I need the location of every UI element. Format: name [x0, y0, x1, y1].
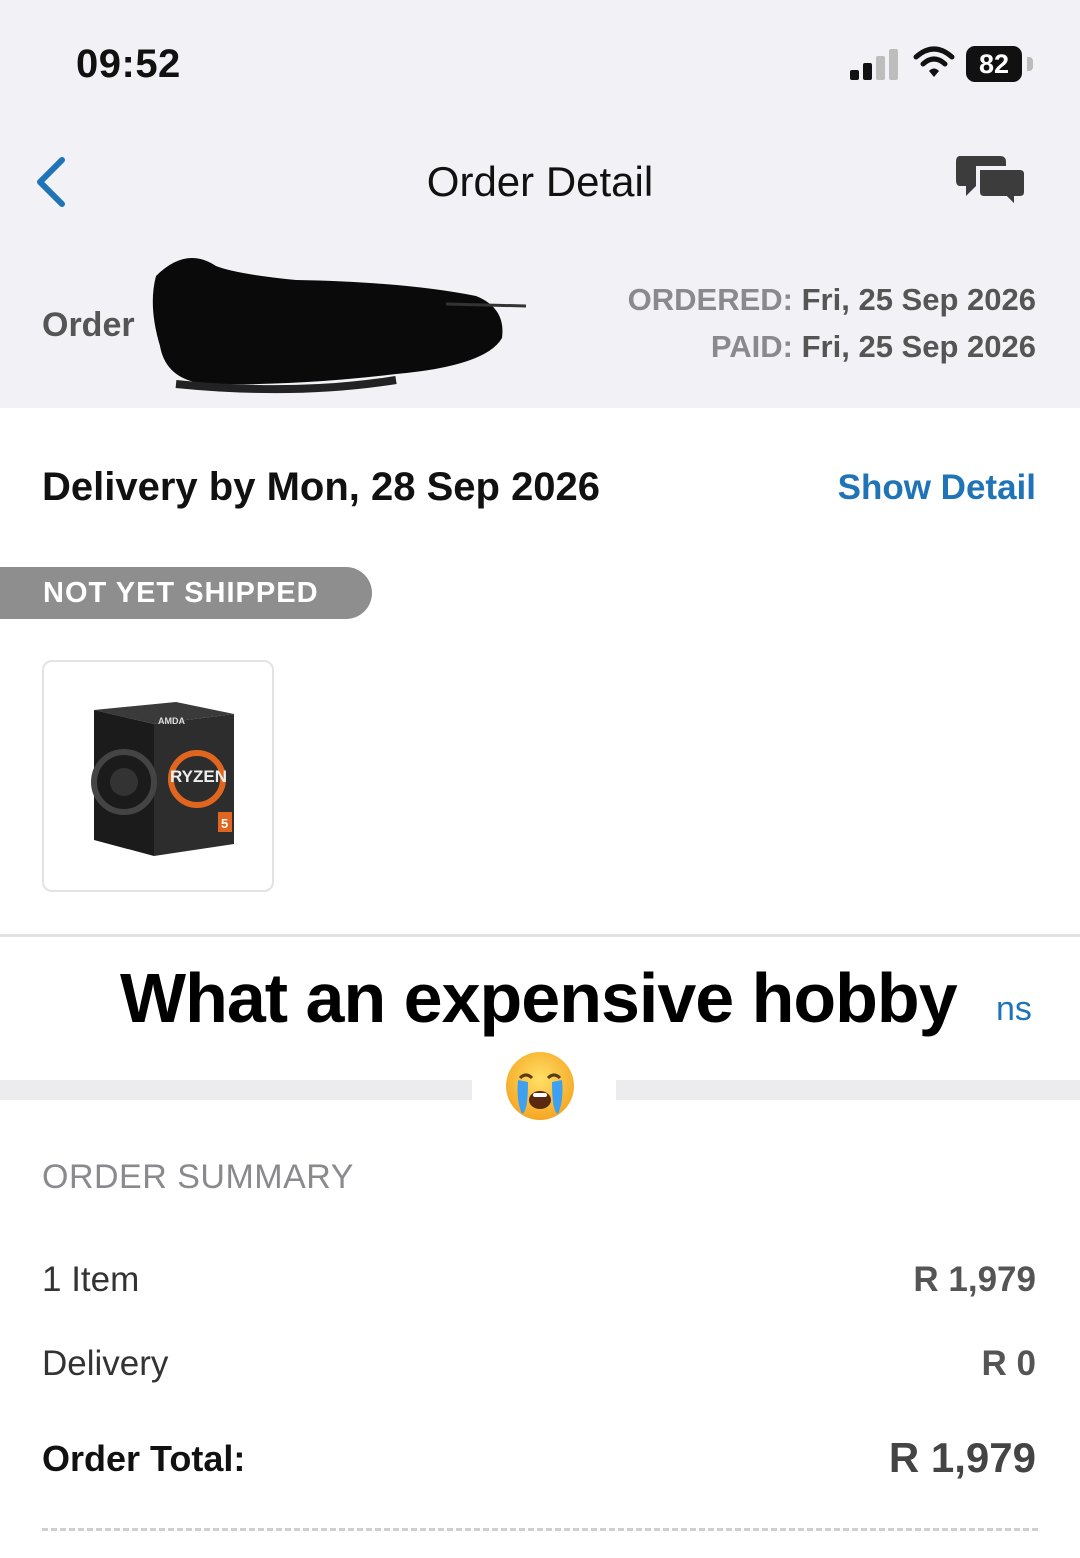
order-summary-heading: ORDER SUMMARY [42, 1158, 354, 1196]
show-detail-link[interactable]: Show Detail [838, 468, 1036, 508]
redaction-scribble [152, 258, 527, 394]
delivery-fee-label: Delivery [42, 1344, 169, 1383]
overlay-caption: What an expensive hobby [120, 959, 958, 1037]
status-time: 09:52 [76, 42, 181, 86]
order-number-label: Order [42, 306, 135, 344]
items-price: R 1,979 [913, 1260, 1036, 1299]
items-count-label: 1 Item [42, 1260, 140, 1299]
section-divider [0, 934, 1080, 937]
ordered-value: Fri, 25 Sep 2026 [801, 282, 1036, 317]
section-gap-right [616, 1080, 1080, 1100]
battery-indicator: 82 [966, 46, 1022, 82]
paid-value: Fri, 25 Sep 2026 [801, 329, 1036, 364]
product-thumbnail[interactable]: AMDA RYZEN 5 [42, 660, 274, 892]
paid-label: PAID: [710, 329, 793, 364]
box-model-text: 5 [221, 816, 228, 831]
shipment-status-badge: NOT YET SHIPPED [0, 567, 372, 619]
chat-bubbles-icon[interactable] [954, 150, 1030, 212]
order-total-label: Order Total: [42, 1438, 246, 1479]
box-name-text: RYZEN [170, 767, 227, 786]
paid-date: PAID: Fri, 25 Sep 2026 [711, 329, 1036, 365]
ordered-label: ORDERED: [627, 282, 793, 317]
box-brand-text: AMDA [158, 716, 185, 726]
delivery-fee: R 0 [981, 1344, 1036, 1383]
battery-cap [1027, 57, 1033, 71]
delivery-estimate: Delivery by Mon, 28 Sep 2026 [42, 465, 601, 509]
wifi-icon [913, 46, 955, 77]
processor-box-image: AMDA RYZEN 5 [91, 702, 234, 856]
order-total-value: R 1,979 [888, 1434, 1036, 1481]
section-gap-left [0, 1080, 472, 1100]
cell-signal-icon [850, 48, 902, 80]
partially-hidden-text: ns [996, 990, 1032, 1028]
dashed-separator [42, 1528, 1038, 1531]
page-title: Order Detail [426, 158, 654, 205]
ordered-date: ORDERED: Fri, 25 Sep 2026 [628, 282, 1036, 318]
crying-face-icon [506, 1052, 574, 1120]
